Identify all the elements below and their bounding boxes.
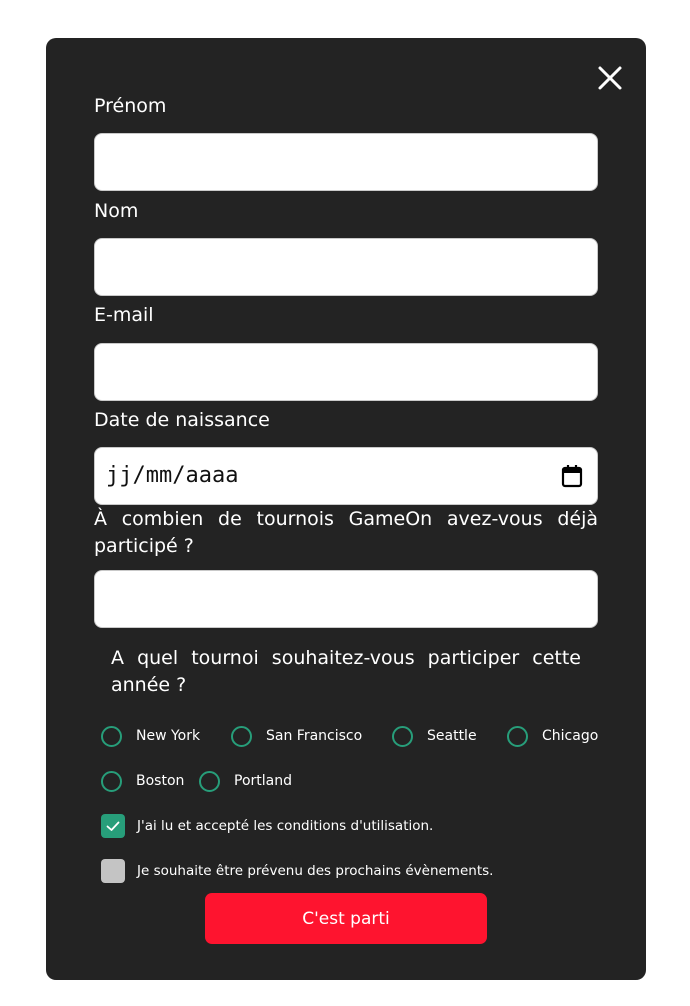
submit-button[interactable]: C'est parti [205, 893, 487, 944]
radio-button[interactable] [507, 725, 528, 747]
email-label: E-mail [94, 304, 154, 326]
radio-label: Portland [234, 773, 292, 789]
newsletter-checkbox-row[interactable]: Je souhaite être prévenu des prochains é… [101, 859, 493, 883]
radio-portland[interactable]: Portland [199, 768, 292, 794]
tournaments-input[interactable] [94, 570, 598, 628]
radio-button[interactable] [199, 770, 220, 792]
terms-checkbox[interactable] [101, 814, 125, 838]
birthdate-placeholder: jj/mm/aaaa [106, 463, 239, 488]
terms-checkbox-row[interactable]: J'ai lu et accepté les conditions d'util… [101, 814, 433, 838]
registration-modal: Prénom Nom E-mail Date de naissance jj/m… [46, 38, 646, 980]
last-name-label: Nom [94, 200, 139, 222]
radio-label: Chicago [542, 728, 599, 744]
email-input[interactable] [94, 343, 598, 401]
radio-label: San Francisco [266, 728, 363, 744]
last-name-input[interactable] [94, 238, 598, 296]
close-icon[interactable] [596, 64, 624, 92]
tournaments-label: À combien de tournois GameOn avez-vous d… [94, 508, 598, 557]
radio-label: New York [136, 728, 201, 744]
birthdate-label: Date de naissance [94, 409, 270, 431]
radio-san-francisco[interactable]: San Francisco [231, 723, 362, 749]
radio-button[interactable] [231, 725, 252, 747]
radio-label: Seattle [427, 728, 477, 744]
radio-button[interactable] [392, 725, 413, 747]
first-name-input[interactable] [94, 133, 598, 191]
newsletter-checkbox[interactable] [101, 859, 125, 883]
radio-button[interactable] [101, 770, 122, 792]
radio-seattle[interactable]: Seattle [392, 723, 477, 749]
birthdate-input[interactable]: jj/mm/aaaa [94, 447, 598, 505]
radio-boston[interactable]: Boston [101, 768, 184, 794]
newsletter-label: Je souhaite être prévenu des prochains é… [137, 863, 494, 879]
radio-chicago[interactable]: Chicago [507, 723, 598, 749]
calendar-icon[interactable] [561, 464, 583, 488]
check-icon [106, 821, 120, 831]
terms-label: J'ai lu et accepté les conditions d'util… [137, 818, 434, 834]
first-name-label: Prénom [94, 95, 167, 117]
radio-label: Boston [136, 773, 185, 789]
radio-new-york[interactable]: New York [101, 723, 200, 749]
location-question: A quel tournoi souhaitez-vous participer… [111, 647, 581, 696]
radio-button[interactable] [101, 725, 122, 747]
